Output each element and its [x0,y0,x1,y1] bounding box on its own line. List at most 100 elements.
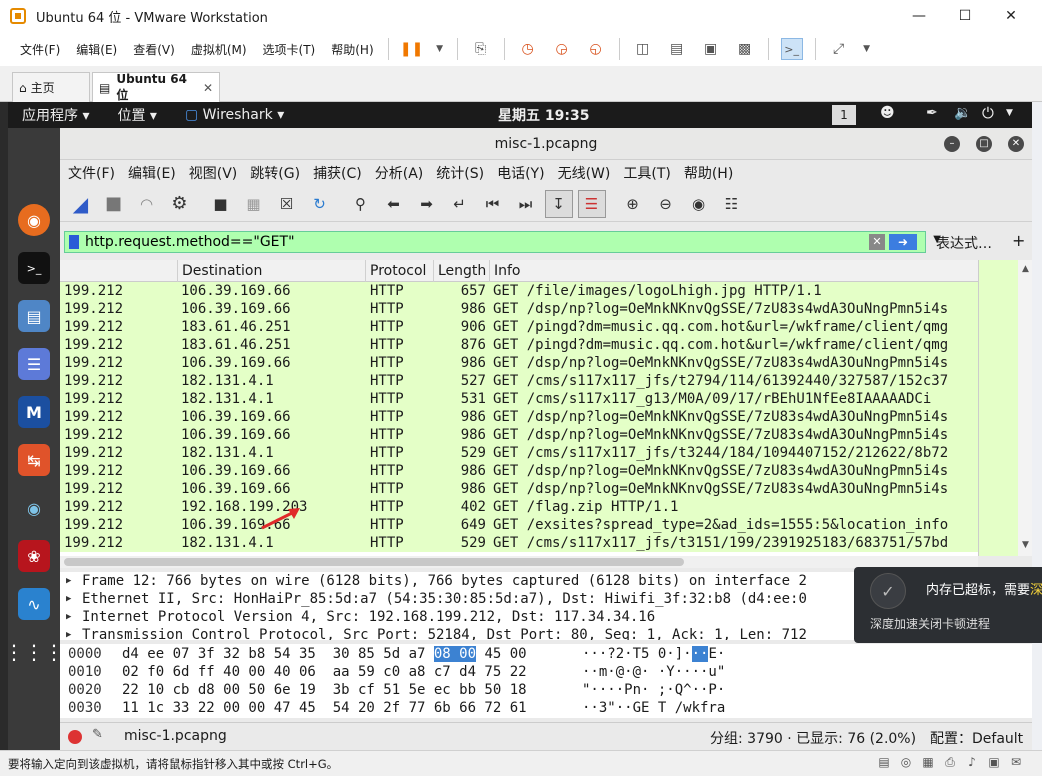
packet-row[interactable]: 199.212 106.39.169.66 HTTP 986 GET /dsp/np?l… [60,300,978,318]
ws-close-icon[interactable]: ✕ [1008,136,1024,152]
stop-capture-icon[interactable]: ■ [100,190,128,218]
stretch-icon[interactable]: ⤢ [828,38,850,60]
zoom-in-icon[interactable]: ⊕ [619,190,647,218]
pen-icon[interactable]: ✒ [926,105,938,121]
packet-list-scrollbar[interactable]: ▲ ▼ [978,260,1032,556]
revert-snapshot-icon[interactable]: ◶ [551,38,573,60]
display-filter-field[interactable]: ✕ ➜ ▼ [64,231,941,253]
zoom-out-icon[interactable]: ⊖ [652,190,680,218]
firefox-icon[interactable]: ◉ [18,204,50,236]
places-menu[interactable]: 位置 ▾ [103,105,170,125]
packet-row[interactable]: 199.212 182.131.4.1 HTTP 527 GET /cms/s117x1… [60,372,978,390]
expand-arrow-icon[interactable]: ▶ [66,590,71,608]
vm-menu-vm[interactable]: 虚拟机(M) [183,41,255,58]
zoom-reset-icon[interactable]: ◉ [685,190,713,218]
wireshark-icon[interactable]: ∿ [18,588,50,620]
fullscreen-icon[interactable]: ▣ [700,38,722,60]
ws-menu-file[interactable]: 文件(F) [60,163,120,183]
send-ctrl-alt-del-icon[interactable]: ⎘ [470,38,492,60]
vm-menu-tabs[interactable]: 选项卡(T) [255,41,324,58]
capture-options-icon[interactable]: ⚙ [166,190,194,218]
column-info[interactable]: Info [490,260,978,282]
terminal-icon[interactable]: >_ [18,252,50,284]
ws-menu-analyze[interactable]: 分析(A) [367,163,429,183]
ws-menu-wireless[interactable]: 无线(W) [550,163,616,183]
packet-row[interactable]: 199.212 192.168.199.203 HTTP 402 GET /flag.z… [60,498,978,516]
find-packet-icon[interactable]: ⚲ [347,190,375,218]
sound-icon[interactable]: ♪ [964,755,980,771]
memory-warning-toast[interactable]: ✓ 内存已超标，需要深 深度加速关闭卡顿进程 [854,567,1042,643]
packet-row[interactable]: 199.212 182.131.4.1 HTTP 529 GET /cms/s117x1… [60,444,978,462]
column-protocol[interactable]: Protocol [366,260,434,282]
users-icon[interactable]: ☻ [880,105,895,121]
go-to-packet-icon[interactable]: ↵ [446,190,474,218]
cdrom-icon[interactable]: ◎ [898,755,914,771]
pause-icon[interactable]: ❚❚ [400,38,423,60]
clock[interactable]: 星期五 19:35 [498,105,589,125]
snapshot-manager-icon[interactable]: ◵ [585,38,607,60]
add-filter-button[interactable]: + [1012,231,1025,250]
thumbnail-view-icon[interactable]: ▤ [666,38,688,60]
burpsuite-icon[interactable]: ↹ [18,444,50,476]
ws-menu-help[interactable]: 帮助(H) [676,163,738,183]
files-icon[interactable]: ▤ [18,300,50,332]
expand-arrow-icon[interactable]: ▶ [66,626,71,640]
packet-list-hscroll[interactable] [60,556,978,568]
autoscroll-icon[interactable]: ↧ [544,189,573,218]
snapshot-icon[interactable]: ◷ [517,38,539,60]
go-forward-icon[interactable]: ➡ [413,190,441,218]
go-back-icon[interactable]: ⬅ [380,190,408,218]
maximize-icon[interactable]: ☐ [942,0,988,32]
ws-maximize-icon[interactable]: □ [976,136,992,152]
volume-icon[interactable]: 🔉 [954,105,971,121]
bookmark-icon[interactable] [69,235,79,249]
packet-row[interactable]: 199.212 183.61.46.251 HTTP 876 GET /pingd?dm… [60,336,978,354]
go-first-icon[interactable]: ⏮ [479,190,507,218]
unity-icon[interactable]: ▩ [734,38,756,60]
packet-row[interactable]: 199.212 106.39.169.66 HTTP 649 GET /exsites?… [60,516,978,534]
eye-app-icon[interactable]: ◉ [18,492,50,524]
sidebar-view-icon[interactable]: ◫ [632,38,654,60]
start-capture-icon[interactable]: ◢ [67,190,95,218]
packet-row[interactable]: 199.212 106.39.169.66 HTTP 986 GET /dsp/np?l… [60,354,978,372]
ws-menu-view[interactable]: 视图(V) [181,163,243,183]
apply-filter-icon[interactable]: ➜ [889,234,917,250]
ws-minimize-icon[interactable]: – [944,136,960,152]
column-destination[interactable]: Destination [178,260,366,282]
go-last-icon[interactable]: ⏭ [512,190,540,218]
resize-columns-icon[interactable]: ☷ [718,190,746,218]
applications-menu[interactable]: 应用程序 ▾ [8,105,103,125]
system-menu-arrow-icon[interactable]: ▼ [1006,108,1013,118]
column-length[interactable]: Length [434,260,490,282]
open-file-icon[interactable]: ■ [207,190,235,218]
tab-ubuntu[interactable]: ▤ Ubuntu 64 位 ✕ [92,72,220,102]
expert-info-icon[interactable] [68,730,82,744]
stretch-dropdown-icon[interactable]: ▼ [862,38,872,60]
packet-row[interactable]: 199.212 106.39.169.66 HTTP 986 GET /dsp/np?l… [60,462,978,480]
clear-filter-icon[interactable]: ✕ [869,234,885,250]
status-profile[interactable]: 配置：Default [930,728,1023,748]
vm-menu-view[interactable]: 查看(V) [125,41,183,58]
vm-menu-file[interactable]: 文件(F) [12,41,68,58]
tab-close-icon[interactable]: ✕ [203,81,213,95]
packet-row[interactable]: 199.212 182.131.4.1 HTTP 531 GET /cms/s117x1… [60,390,978,408]
packet-row[interactable]: 199.212 183.61.46.251 HTTP 906 GET /pingd?dm… [60,318,978,336]
network-icon[interactable]: ▦ [920,755,936,771]
packet-row[interactable]: 199.212 106.39.169.66 HTTP 986 GET /dsp/np?l… [60,426,978,444]
expand-arrow-icon[interactable]: ▶ [66,572,71,590]
printer-icon[interactable]: ⎙ [942,755,958,771]
ws-menu-telephony[interactable]: 电话(Y) [489,163,549,183]
capture-comment-icon[interactable]: ✎ [92,727,103,742]
hdd-icon[interactable]: ▤ [876,755,892,771]
dropdown-arrow-icon[interactable]: ▼ [435,38,445,60]
ws-menu-statistics[interactable]: 统计(S) [428,163,489,183]
reload-file-icon[interactable]: ↻ [306,190,334,218]
column-source-partial[interactable] [60,260,178,282]
message-icon[interactable]: ✉ [1008,755,1024,771]
ws-menu-go[interactable]: 跳转(G) [242,163,305,183]
ws-menu-tools[interactable]: 工具(T) [615,163,675,183]
show-applications-icon[interactable]: ⋮⋮⋮ [4,636,64,668]
display-filter-input[interactable] [85,234,865,250]
metasploit-icon[interactable]: M [18,396,50,428]
active-app-menu[interactable]: ▢ Wireshark ▾ [171,107,298,123]
